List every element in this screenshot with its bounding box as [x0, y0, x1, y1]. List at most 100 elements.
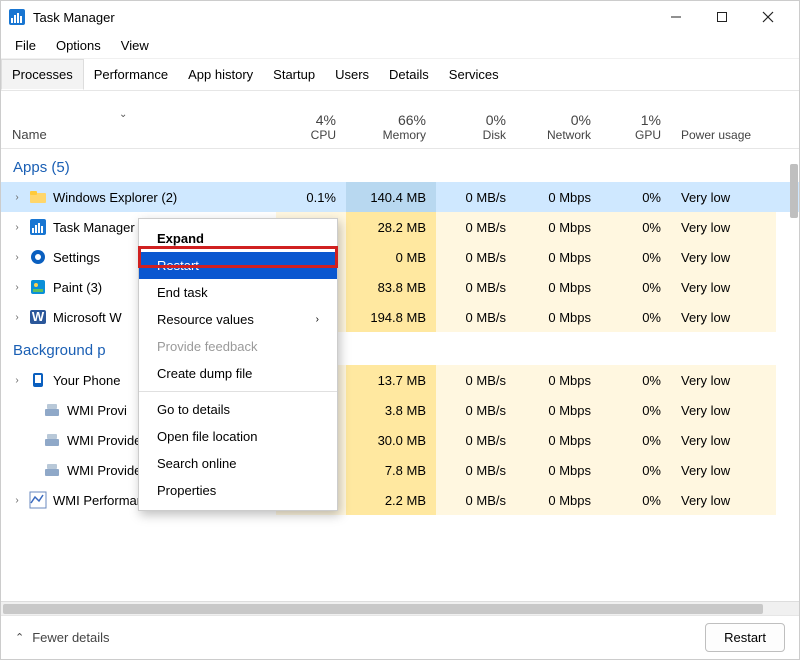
context-menu-item[interactable]: End task [139, 279, 337, 306]
process-row[interactable]: WMI Provider Host 0% 30.0 MB 0 MB/s 0 Mb… [1, 425, 799, 455]
cell-memory: 2.2 MB [346, 485, 436, 515]
menu-separator [139, 391, 337, 392]
menu-view[interactable]: View [113, 36, 157, 55]
tabs: Processes Performance App history Startu… [1, 59, 799, 91]
cell-power: Very low [671, 182, 776, 212]
cell-network: 0 Mbps [516, 425, 601, 455]
col-gpu[interactable]: 1%GPU [601, 106, 671, 148]
tab-services[interactable]: Services [439, 59, 509, 90]
expand-icon[interactable]: › [11, 252, 23, 263]
window-title: Task Manager [33, 10, 653, 25]
process-row[interactable]: WMI Provi % 3.8 MB 0 MB/s 0 Mbps 0% Very… [1, 395, 799, 425]
cell-disk: 0 MB/s [436, 365, 516, 395]
cell-power: Very low [671, 455, 776, 485]
cell-network: 0 Mbps [516, 485, 601, 515]
expand-icon[interactable]: › [11, 222, 23, 233]
cell-disk: 0 MB/s [436, 302, 516, 332]
menu-file[interactable]: File [7, 36, 44, 55]
process-row[interactable]: › Settings % 0 MB 0 MB/s 0 Mbps 0% Very … [1, 242, 799, 272]
cell-network: 0 Mbps [516, 182, 601, 212]
tab-app-history[interactable]: App history [178, 59, 263, 90]
context-menu-item[interactable]: Properties [139, 477, 337, 504]
context-menu-item[interactable]: Restart [139, 252, 337, 279]
cell-power: Very low [671, 395, 776, 425]
process-table[interactable]: Apps (5) › Windows Explorer (2) 0.1% 140… [1, 149, 799, 601]
cell-power: Very low [671, 425, 776, 455]
cell-gpu: 0% [601, 455, 671, 485]
col-name[interactable]: ⌄ Name [1, 103, 276, 148]
tab-details[interactable]: Details [379, 59, 439, 90]
cell-gpu: 0% [601, 395, 671, 425]
process-icon [43, 431, 61, 449]
menubar: File Options View [1, 33, 799, 59]
process-row[interactable]: › Paint (3) % 83.8 MB 0 MB/s 0 Mbps 0% V… [1, 272, 799, 302]
tab-performance[interactable]: Performance [84, 59, 178, 90]
process-name: Settings [53, 250, 100, 265]
expand-icon[interactable]: › [11, 495, 23, 506]
col-cpu[interactable]: 4%CPU [276, 106, 346, 148]
maximize-button[interactable] [699, 1, 745, 33]
chevron-down-icon: ⌄ [119, 109, 127, 120]
tab-users[interactable]: Users [325, 59, 379, 90]
context-menu-item[interactable]: Provide feedback [139, 333, 337, 360]
cell-gpu: 0% [601, 425, 671, 455]
cell-network: 0 Mbps [516, 455, 601, 485]
section-apps[interactable]: Apps (5) [1, 149, 799, 182]
process-name: Your Phone [53, 373, 120, 388]
process-row[interactable]: › Task Manager % 28.2 MB 0 MB/s 0 Mbps 0… [1, 212, 799, 242]
cell-gpu: 0% [601, 242, 671, 272]
minimize-button[interactable] [653, 1, 699, 33]
cell-gpu: 0% [601, 272, 671, 302]
cell-power: Very low [671, 365, 776, 395]
cell-gpu: 0% [601, 485, 671, 515]
cell-disk: 0 MB/s [436, 182, 516, 212]
col-disk[interactable]: 0%Disk [436, 106, 516, 148]
menu-options[interactable]: Options [48, 36, 109, 55]
expand-icon[interactable]: › [11, 282, 23, 293]
section-background[interactable]: Background p [1, 332, 799, 365]
context-menu-item[interactable]: Open file location [139, 423, 337, 450]
expand-icon[interactable]: › [11, 312, 23, 323]
vertical-scrollbar-thumb[interactable] [790, 164, 798, 218]
chevron-right-icon: › [316, 314, 319, 325]
cell-network: 0 Mbps [516, 212, 601, 242]
tab-startup[interactable]: Startup [263, 59, 325, 90]
horizontal-scrollbar[interactable] [1, 601, 799, 615]
process-row[interactable]: › Your Phone % 13.7 MB 0 MB/s 0 Mbps 0% … [1, 365, 799, 395]
cell-memory: 83.8 MB [346, 272, 436, 302]
context-menu-item[interactable]: Go to details [139, 396, 337, 423]
cell-memory: 13.7 MB [346, 365, 436, 395]
expand-icon[interactable]: › [11, 375, 23, 386]
context-menu-item[interactable]: Create dump file [139, 360, 337, 387]
context-menu-item[interactable]: Search online [139, 450, 337, 477]
fewer-details-button[interactable]: ⌃ Fewer details [15, 630, 110, 645]
process-icon: W [29, 308, 47, 326]
cell-memory: 7.8 MB [346, 455, 436, 485]
process-icon [43, 461, 61, 479]
col-power[interactable]: Power usage [671, 122, 776, 148]
restart-button[interactable]: Restart [705, 623, 785, 652]
cell-network: 0 Mbps [516, 395, 601, 425]
close-button[interactable] [745, 1, 791, 33]
process-row[interactable]: › WMI Performance Reverse Ada... 0.1% 2.… [1, 485, 799, 515]
titlebar[interactable]: Task Manager [1, 1, 799, 33]
process-icon [29, 248, 47, 266]
process-row[interactable]: WMI Provider Host 0.3% 7.8 MB 0 MB/s 0 M… [1, 455, 799, 485]
cell-power: Very low [671, 212, 776, 242]
process-icon [29, 491, 47, 509]
process-row[interactable]: › W Microsoft W % 194.8 MB 0 MB/s 0 Mbps… [1, 302, 799, 332]
cell-memory: 0 MB [346, 242, 436, 272]
scrollbar-thumb[interactable] [3, 604, 763, 614]
expand-icon[interactable]: › [11, 192, 23, 203]
tab-processes[interactable]: Processes [1, 59, 84, 90]
cell-disk: 0 MB/s [436, 242, 516, 272]
cell-power: Very low [671, 302, 776, 332]
col-memory[interactable]: 66%Memory [346, 106, 436, 148]
context-menu: ExpandRestartEnd taskResource values›Pro… [138, 218, 338, 511]
context-menu-item[interactable]: Resource values› [139, 306, 337, 333]
col-network[interactable]: 0%Network [516, 106, 601, 148]
process-icon [29, 218, 47, 236]
process-row[interactable]: › Windows Explorer (2) 0.1% 140.4 MB 0 M… [1, 182, 799, 212]
context-menu-item[interactable]: Expand [139, 225, 337, 252]
process-icon [43, 401, 61, 419]
